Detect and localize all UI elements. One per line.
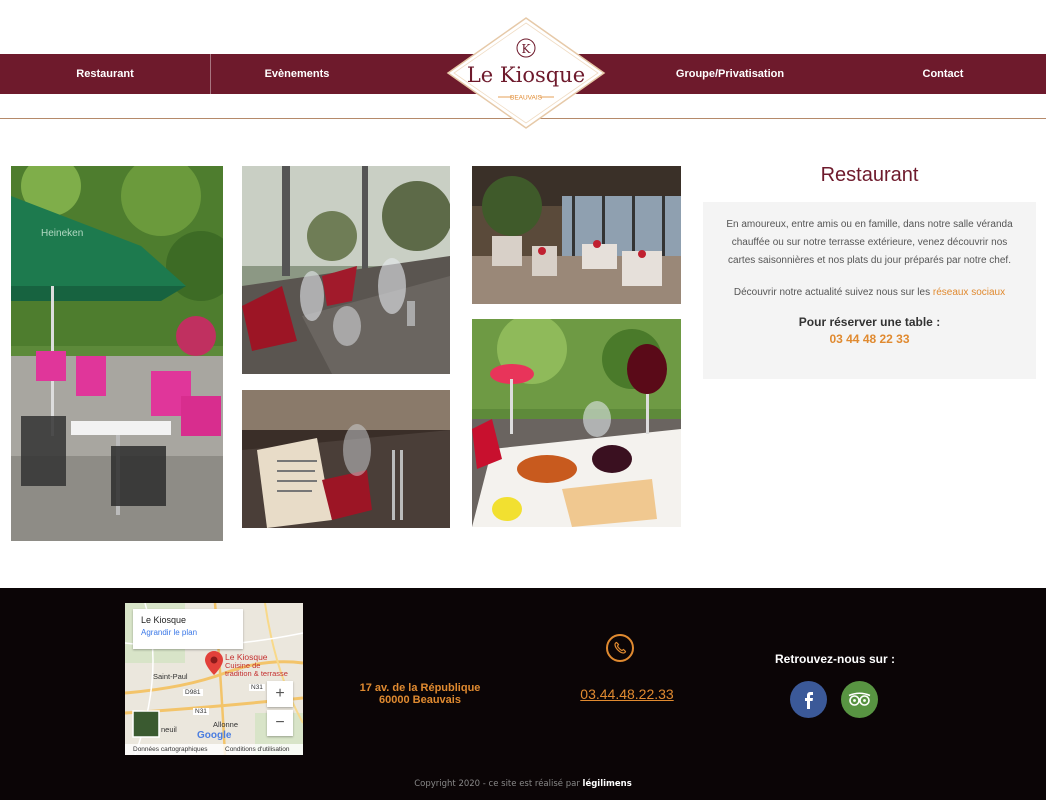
tripadvisor-icon xyxy=(848,692,871,706)
google-map[interactable]: Le Kiosque Agrandir le plan Le Kiosque C… xyxy=(125,603,303,755)
logo-city: BEAUVAIS xyxy=(510,95,543,102)
page: Restaurant Evènements Groupe/Privatisati… xyxy=(0,0,1046,800)
info-social-line: Découvrir notre actualité suivez nous su… xyxy=(717,284,1022,302)
svg-text:Heineken: Heineken xyxy=(41,228,83,239)
google-logo: Google xyxy=(197,730,232,741)
info-description: En amoureux, entre amis ou en famille, d… xyxy=(726,219,1013,266)
footer-phone-link[interactable]: 03.44.48.22.33 xyxy=(560,686,694,702)
map-road-n31-a: N31 xyxy=(249,684,265,691)
footer-address: 17 av. de la République 60000 Beauvais xyxy=(340,682,500,706)
facebook-icon xyxy=(805,692,813,709)
copyright: Copyright 2020 - ce site est réalisé par… xyxy=(0,779,1046,789)
map-place-name: Le Kiosque xyxy=(141,615,187,625)
map-marker-sub2: tradition & terrasse xyxy=(225,669,288,678)
logo[interactable]: K Le Kiosque BEAUVAIS xyxy=(446,16,606,130)
nav-item-contact[interactable]: Contact xyxy=(870,54,1016,94)
copyright-text: Copyright 2020 - ce site est réalisé par xyxy=(414,779,580,789)
map-info-card: Le Kiosque Agrandir le plan xyxy=(133,609,243,649)
info-title: Restaurant xyxy=(820,164,919,186)
photo-terrace: Heineken xyxy=(11,166,223,541)
map-zoom-out-button[interactable]: − xyxy=(267,710,293,736)
map-town-neuil: neuil xyxy=(161,725,177,734)
map-road-n31-b: N31 xyxy=(193,708,209,715)
logo-name: Le Kiosque xyxy=(467,63,585,87)
address-line-1: 17 av. de la République xyxy=(359,682,481,694)
agency-link[interactable]: légilimens xyxy=(583,779,632,789)
address-line-2: 60000 Beauvais xyxy=(379,694,461,706)
social-networks-link[interactable]: réseaux sociaux xyxy=(933,287,1005,298)
facebook-button[interactable] xyxy=(790,681,827,718)
map-terms-link[interactable]: Conditions d'utilisation xyxy=(225,744,289,755)
logo-initial: K xyxy=(522,42,532,56)
map-attribution: Données cartographiques Conditions d'uti… xyxy=(125,744,303,755)
photo-menu xyxy=(242,390,450,528)
tripadvisor-button[interactable] xyxy=(841,681,878,718)
map-zoom-in-button[interactable]: + xyxy=(267,681,293,707)
map-enlarge-link[interactable]: Agrandir le plan xyxy=(141,628,235,637)
map-road-d981: D981 xyxy=(183,689,203,696)
map-pin-icon[interactable] xyxy=(205,651,223,680)
map-town-allonne: Allonne xyxy=(213,720,239,729)
reserve-phone[interactable]: 03 44 48 22 33 xyxy=(717,330,1022,348)
photo-table-setting xyxy=(242,166,450,374)
reserve-label: Pour réserver une table : xyxy=(798,315,941,329)
nav-item-restaurant[interactable]: Restaurant xyxy=(0,54,210,94)
photo-dining-room xyxy=(472,166,681,304)
info-social-prefix: Découvrir notre actualité suivez nous su… xyxy=(733,287,931,298)
info-box: En amoureux, entre amis ou en famille, d… xyxy=(703,202,1036,379)
nav-item-groupe[interactable]: Groupe/Privatisation xyxy=(650,54,810,94)
social-title: Retrouvez-nous sur : xyxy=(774,652,895,666)
photo-dish xyxy=(472,319,681,527)
phone-icon xyxy=(606,634,634,662)
map-town-saint-paul: Saint-Paul xyxy=(153,672,188,681)
nav-item-evenements[interactable]: Evènements xyxy=(211,54,383,94)
map-data-link[interactable]: Données cartographiques xyxy=(133,744,207,755)
